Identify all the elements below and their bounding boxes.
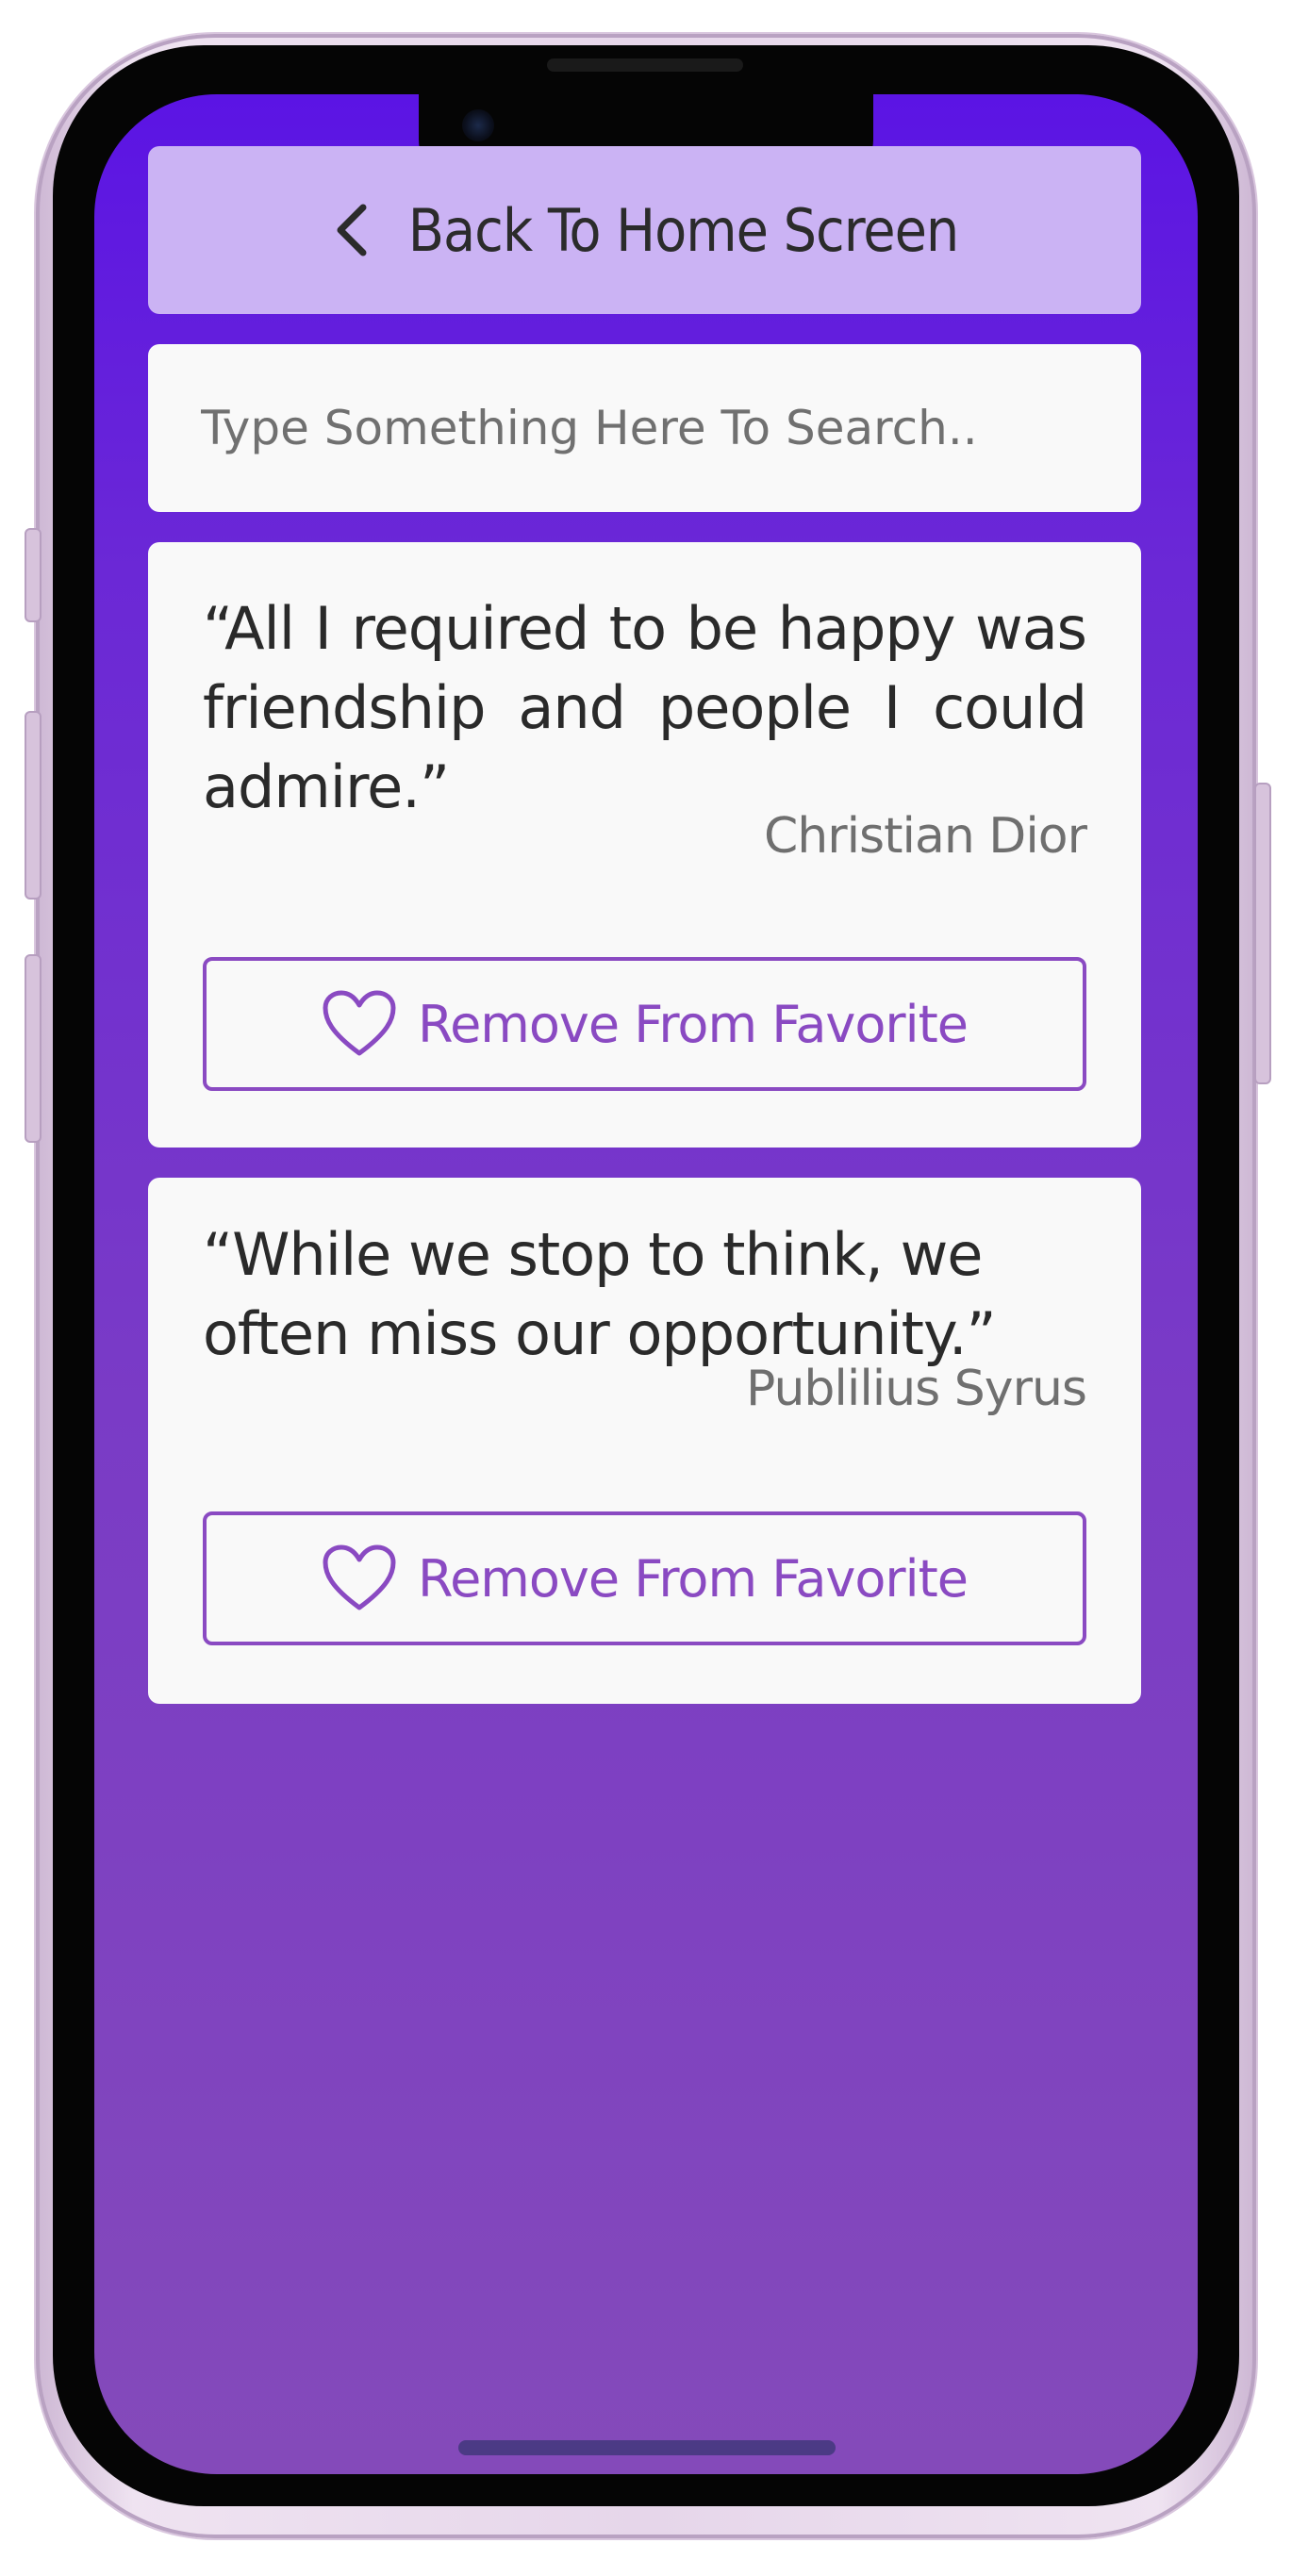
volume-down-button (25, 954, 41, 1143)
heart-icon (323, 1544, 396, 1610)
front-camera (462, 109, 494, 141)
volume-up-button (25, 711, 41, 900)
home-indicator[interactable] (458, 2440, 836, 2455)
mute-switch (25, 528, 41, 622)
quote-author: Publilius Syrus (746, 1361, 1087, 1417)
remove-from-favorite-label: Remove From Favorite (417, 994, 969, 1054)
quote-text: “While we stop to think, we often miss o… (203, 1220, 997, 1368)
back-to-home-button[interactable]: Back To Home Screen (148, 146, 1141, 314)
favorite-quote-card: “All I required to be happy was friendsh… (148, 542, 1141, 1148)
back-to-home-label: Back To Home Screen (407, 195, 960, 265)
remove-from-favorite-button[interactable]: Remove From Favorite (203, 1511, 1086, 1645)
chevron-left-icon (337, 204, 367, 256)
search-input[interactable] (199, 400, 1141, 456)
favorite-quote-card: “While we stop to think, we often miss o… (148, 1178, 1141, 1704)
search-box (148, 344, 1141, 512)
quote-author: Christian Dior (763, 808, 1087, 865)
quote-text: “All I required to be happy was friendsh… (203, 594, 1087, 821)
speaker-grille (547, 58, 743, 72)
remove-from-favorite-label: Remove From Favorite (417, 1548, 969, 1609)
heart-icon (323, 990, 396, 1056)
remove-from-favorite-button[interactable]: Remove From Favorite (203, 957, 1086, 1091)
power-button (1254, 783, 1271, 1084)
